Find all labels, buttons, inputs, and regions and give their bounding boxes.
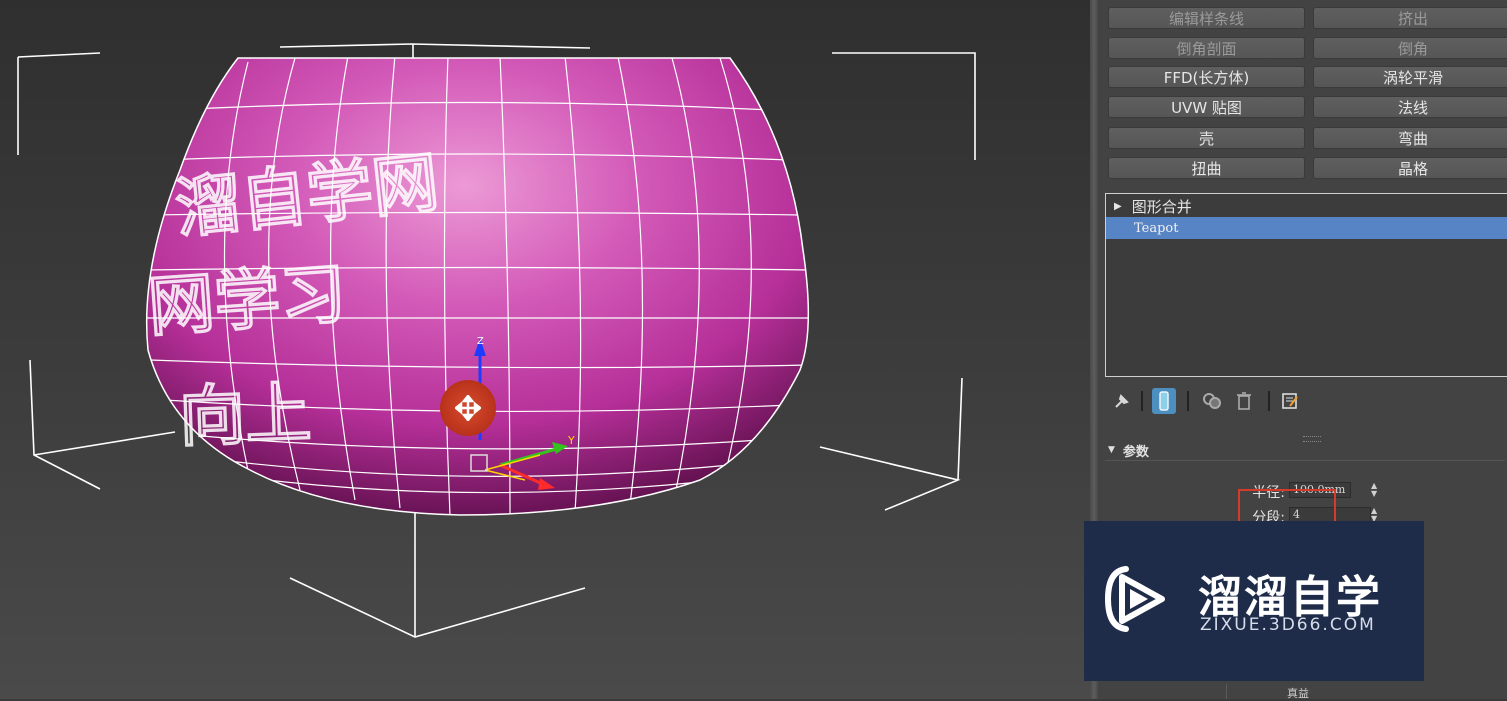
watermark-overlay: 溜溜自学 ZIXUE.3D66.COM — [1084, 521, 1424, 681]
bottom-strip: 真益 — [1098, 684, 1507, 700]
rollout-title: 参数 — [1122, 444, 1149, 460]
viewport-scene: 溜自学网 网学习 向上 Z Y — [17, 43, 976, 638]
modifier-stack-toolbar — [1110, 388, 1330, 414]
modifier-button-edit-spline[interactable]: 编辑样条线 — [1108, 7, 1305, 29]
play-logo-icon — [1104, 566, 1165, 632]
modifier-button-lattice[interactable]: 晶格 — [1313, 157, 1507, 179]
configure-modifier-sets-icon[interactable] — [1278, 388, 1302, 414]
radius-spinner-icon[interactable]: ▲ ▼ — [1371, 482, 1377, 498]
stack-item-label: 图形合并 — [1131, 197, 1192, 216]
gizmo-z-label: Z — [477, 336, 484, 347]
modifier-button-twist[interactable]: 扭曲 — [1108, 157, 1305, 179]
modifier-stack-list[interactable]: ▶ 图形合并 Teapot — [1105, 193, 1507, 377]
modifier-button-extrude[interactable]: 挤出 — [1313, 7, 1507, 29]
mesh-text-line-3: 向上 — [178, 374, 313, 456]
remove-modifier-icon[interactable] — [1232, 388, 1256, 414]
stack-item-label: Teapot — [1134, 220, 1179, 236]
pin-stack-icon[interactable] — [1110, 388, 1134, 414]
perspective-viewport[interactable]: 溜自学网 网学习 向上 Z Y — [0, 0, 1090, 699]
collapse-triangle-icon[interactable]: ▼ — [1108, 445, 1115, 455]
stack-item-shape-merge[interactable]: ▶ 图形合并 — [1106, 195, 1507, 217]
modifier-button-normal[interactable]: 法线 — [1313, 96, 1507, 118]
parameters-rollout-header[interactable]: ▼ 参数 — [1108, 442, 1507, 460]
modifier-button-bevel[interactable]: 倒角 — [1313, 37, 1507, 59]
make-unique-icon[interactable] — [1200, 388, 1224, 414]
stack-item-teapot[interactable]: Teapot — [1106, 217, 1507, 239]
show-end-result-icon[interactable] — [1152, 388, 1176, 414]
modifier-button-turbosmooth[interactable]: 涡轮平滑 — [1313, 66, 1507, 88]
modifier-button-uvw-map[interactable]: UVW 贴图 — [1108, 96, 1305, 118]
mesh-text-line-2: 网学习 — [146, 255, 349, 346]
modifier-button-shell[interactable]: 壳 — [1108, 127, 1305, 149]
modifier-button-bevel-profile[interactable]: 倒角剖面 — [1108, 37, 1305, 59]
watermark-url: ZIXUE.3D66.COM — [1200, 615, 1376, 635]
expand-triangle-icon[interactable]: ▶ — [1114, 201, 1122, 212]
move-cursor-icon — [440, 380, 496, 436]
modifier-button-ffd-box[interactable]: FFD(长方体) — [1108, 66, 1305, 88]
gizmo-y-label: Y — [567, 434, 575, 447]
modifier-button-bend[interactable]: 弯曲 — [1313, 127, 1507, 149]
bottom-tab[interactable]: 真益 — [1226, 684, 1397, 700]
